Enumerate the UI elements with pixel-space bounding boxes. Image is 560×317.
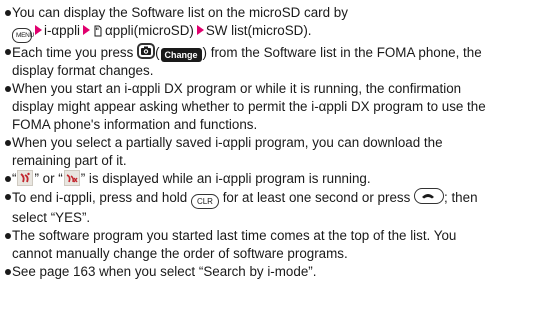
bullet-text: When you start an i-αppli DX program or … xyxy=(12,81,462,96)
bullet-text: The software program you started last ti… xyxy=(12,228,457,243)
bullet-text: ; then xyxy=(444,190,478,205)
change-softkey-label: Change xyxy=(160,48,202,62)
step-sw-list-microsd: SW list(microSD). xyxy=(205,23,312,38)
bullet-dx-confirmation: When you start an i-αppli DX program or … xyxy=(4,80,556,134)
bullet-text: remaining part of it. xyxy=(12,153,127,168)
menu-key-icon: MENU xyxy=(12,28,34,43)
bullet-text: FOMA phone's information and functions. xyxy=(12,117,258,132)
quote-mark: ” or “ xyxy=(34,171,63,186)
bullet-end-appli: To end i-αppli, press and hold CLR for a… xyxy=(4,188,556,227)
bullet-microsd-list: You can display the Software list on the… xyxy=(4,4,556,43)
bullet-text: Each time you press xyxy=(12,45,134,60)
bullet-text: for at least one second or press xyxy=(222,190,411,205)
bullet-text: When you select a partially saved i-αppl… xyxy=(12,135,443,150)
camera-key-icon xyxy=(137,43,156,59)
i-appli-dx-running-icon xyxy=(63,170,80,186)
bullet-text: You can display the Software list on the… xyxy=(12,5,348,20)
clr-key-icon: CLR xyxy=(190,194,219,209)
end-call-key-icon xyxy=(414,188,445,204)
manual-notes: You can display the Software list on the… xyxy=(0,0,560,281)
bullet-text: display might appear asking whether to p… xyxy=(12,99,486,114)
bullet-text: To end i-αppli, press and hold xyxy=(12,190,188,205)
bullet-text: select “YES”. xyxy=(12,210,91,225)
bullet-text: from the Software list in the FOMA phone… xyxy=(210,45,482,60)
bullet-program-order: The software program you started last ti… xyxy=(4,227,556,263)
pink-arrow-icon xyxy=(35,25,42,35)
microsd-card-icon xyxy=(94,25,102,37)
i-appli-running-icon xyxy=(17,170,34,186)
bullet-search-reference: See page 163 when you select “Search by … xyxy=(4,263,556,281)
step-appli-microsd: αppli(microSD) xyxy=(105,23,194,38)
bullet-text: ” is displayed while an i-αppli program … xyxy=(80,171,371,186)
quote-mark: “ xyxy=(12,171,17,186)
pink-arrow-icon xyxy=(196,25,204,35)
bullet-text: cannot manually change the order of soft… xyxy=(12,246,348,261)
bullet-partial-download: When you select a partially saved i-αppl… xyxy=(4,134,556,170)
bullet-text: See page 163 when you select “Search by … xyxy=(12,264,317,279)
pink-arrow-icon xyxy=(83,25,91,35)
bullet-text: display format changes. xyxy=(12,63,154,78)
step-i-appli: i-αppli xyxy=(44,23,81,38)
bullet-running-icons: “ ” or “ ” is displayed while an i-αppli p… xyxy=(4,170,556,188)
bullet-display-format: Each time you press (Change) from the So… xyxy=(4,43,556,80)
